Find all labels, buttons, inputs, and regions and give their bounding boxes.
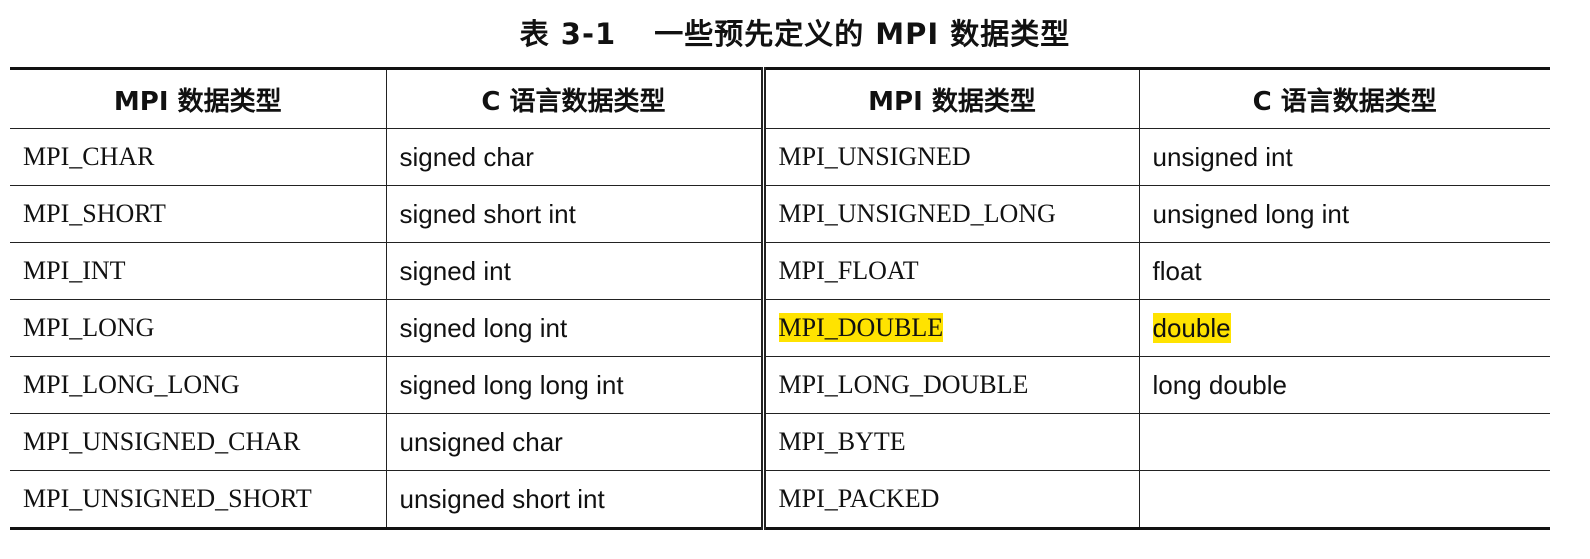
cell-mpi-type-text: MPI_LONG_LONG [23,370,240,399]
cell-c-type-text: signed int [399,255,511,286]
cell-c-type: signed long long int [386,356,766,414]
cell-c-type: float [1139,242,1550,300]
cell-mpi-type: MPI_CHAR [10,128,387,186]
table-row: MPI_CHAR signed char MPI_UNSIGNED unsigned … [10,128,1550,186]
cell-c-type-text: float [1152,255,1202,286]
cell-c-type: double [1139,299,1550,357]
cell-mpi-type-text: MPI_FLOAT [778,256,919,285]
cell-c-type-text: unsigned long int [1152,198,1350,229]
cell-mpi-type: MPI_PACKED [763,470,1140,529]
cell-c-type-text: long double [1152,369,1287,400]
cell-c-type: unsigned char [386,413,766,471]
cell-mpi-type: MPI_LONG_LONG [10,356,387,414]
cell-mpi-type: MPI_FLOAT [763,242,1140,300]
cell-mpi-type: MPI_LONG [10,299,387,357]
cell-mpi-type: MPI_DOUBLE [763,299,1140,357]
column-header-mpi-type: MPI 数据类型 [10,68,387,129]
cell-c-type [1139,471,1550,529]
cell-c-type: signed int [386,242,766,300]
cell-c-type-text: signed long int [399,312,568,343]
table-title: 一些预先定义的 MPI 数据类型 [654,17,1071,51]
cell-mpi-type-text: MPI_CHAR [23,142,155,171]
cell-mpi-type: MPI_UNSIGNED_LONG [763,185,1140,243]
cell-mpi-type-text: MPI_LONG [23,313,155,342]
cell-c-type-text: unsigned char [399,426,563,457]
cell-mpi-type: MPI_INT [10,242,387,300]
table-row: MPI_INT signed int MPI_FLOAT float [10,242,1550,300]
table-caption: 表 3-1 一些预先定义的 MPI 数据类型 [0,14,1590,54]
cell-c-type: unsigned long int [1139,185,1550,243]
column-header-c-type: C 语言数据类型 [386,68,766,129]
cell-mpi-type-text: MPI_UNSIGNED_SHORT [23,484,312,513]
column-header-mpi-type: MPI 数据类型 [763,68,1140,129]
cell-mpi-type-text: MPI_UNSIGNED_CHAR [23,427,301,456]
cell-c-type: signed long int [386,299,766,357]
cell-c-type: signed char [386,128,766,186]
cell-mpi-type: MPI_UNSIGNED_CHAR [10,413,387,471]
cell-mpi-type: MPI_SHORT [10,185,387,243]
cell-c-type-text: signed long long int [399,369,624,400]
cell-c-type-text: signed short int [399,198,576,229]
cell-mpi-type: MPI_BYTE [763,413,1140,471]
cell-mpi-type-text: MPI_UNSIGNED_LONG [778,199,1056,228]
mpi-datatype-table: MPI 数据类型 C 语言数据类型 MPI 数据类型 C 语言数据类型 MPI_… [10,67,1550,530]
table-row: MPI_SHORT signed short int MPI_UNSIGNED_LO… [10,185,1550,243]
cell-c-type: signed short int [386,185,766,243]
column-header-c-type: C 语言数据类型 [1139,68,1550,129]
cell-mpi-type-text: MPI_BYTE [778,427,906,456]
cell-c-type-text: unsigned short int [399,483,605,514]
table-row: MPI_LONG signed long int MPI_DOUBLE double [10,299,1550,357]
cell-c-type-text: double [1152,312,1231,343]
cell-mpi-type-text: MPI_PACKED [778,484,940,513]
table-row: MPI_UNSIGNED_CHAR unsigned char MPI_BYTE [10,413,1550,471]
cell-mpi-type-text: MPI_UNSIGNED [778,142,971,171]
cell-c-type: long double [1139,356,1550,414]
cell-mpi-type-text: MPI_DOUBLE [778,313,944,342]
cell-c-type [1139,413,1550,471]
cell-mpi-type-text: MPI_LONG_DOUBLE [778,370,1029,399]
cell-mpi-type-text: MPI_INT [23,256,126,285]
header-row: MPI 数据类型 C 语言数据类型 MPI 数据类型 C 语言数据类型 [10,68,1550,129]
cell-mpi-type: MPI_LONG_DOUBLE [763,356,1140,414]
cell-c-type-text: signed char [399,141,534,172]
cell-mpi-type: MPI_UNSIGNED_SHORT [10,470,387,529]
table-body: MPI_CHAR signed char MPI_UNSIGNED unsigned … [10,128,1550,529]
cell-mpi-type: MPI_UNSIGNED [763,128,1140,186]
cell-c-type: unsigned short int [386,470,766,529]
table-row: MPI_UNSIGNED_SHORT unsigned short int MPI_… [10,470,1550,529]
cell-c-type: unsigned int [1139,128,1550,186]
table-number: 表 3-1 [519,17,617,51]
table-row: MPI_LONG_LONG signed long long int MPI_LON… [10,356,1550,414]
cell-mpi-type-text: MPI_SHORT [23,199,166,228]
cell-c-type-text: unsigned int [1152,141,1293,172]
